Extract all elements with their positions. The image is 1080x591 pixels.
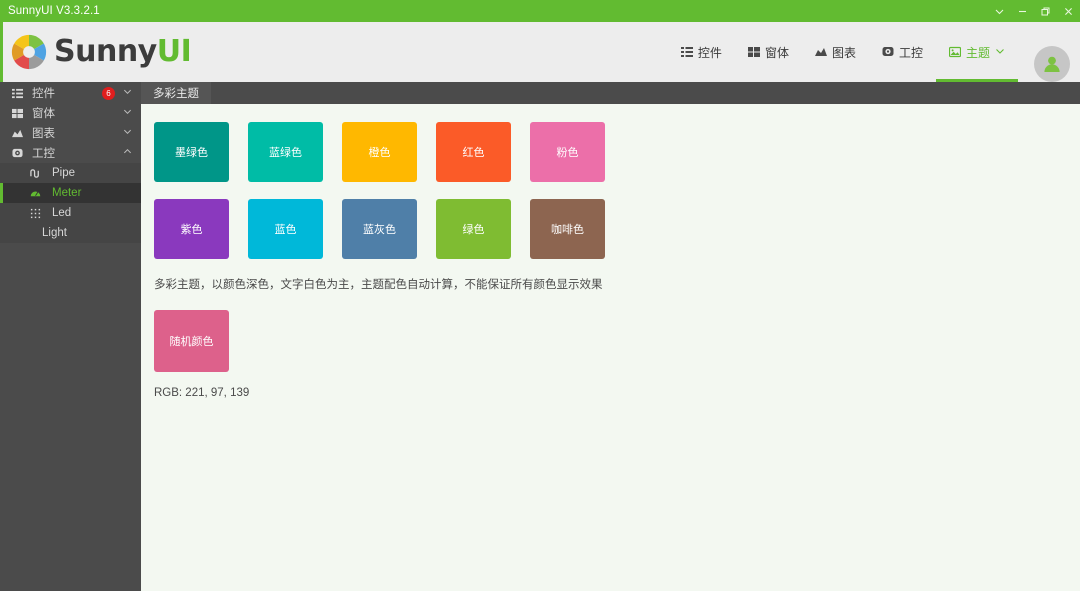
header-left-accent xyxy=(0,22,3,82)
tab-strip: 多彩主题 xyxy=(141,82,1080,104)
theme-tile-label: 蓝灰色 xyxy=(363,224,396,236)
brand-name-accent: UI xyxy=(156,34,192,69)
app-body: 控件 6 窗体 图表 工控 Pipe Meter Led Light 多彩主题 … xyxy=(0,82,1080,591)
theme-tile[interactable]: 蓝灰色 xyxy=(342,199,417,259)
window-title: SunnyUI V3.3.2.1 xyxy=(8,5,100,17)
top-nav: 控件 窗体 图表 工控 主题 xyxy=(668,22,1080,82)
theme-tile-label: 蓝绿色 xyxy=(269,147,302,159)
theme-tile-label: 蓝色 xyxy=(274,224,297,236)
sidebar-item-light[interactable]: Light xyxy=(0,223,141,243)
chart-icon xyxy=(12,128,28,139)
sidebar-item-charts[interactable]: 图表 xyxy=(0,123,141,143)
theme-image-icon xyxy=(948,46,961,58)
sidebar-item-pipe[interactable]: Pipe xyxy=(0,163,141,183)
theme-tile[interactable]: 紫色 xyxy=(154,199,229,259)
sidebar-item-label: 控件 xyxy=(32,88,55,100)
chevron-up-icon[interactable] xyxy=(123,147,132,159)
theme-tile[interactable]: 红色 xyxy=(436,122,511,182)
theme-tile[interactable]: 蓝色 xyxy=(248,199,323,259)
sidebar: 控件 6 窗体 图表 工控 Pipe Meter Led Light xyxy=(0,82,141,591)
industrial-control-icon xyxy=(882,46,894,58)
color-wheel-icon xyxy=(11,34,47,70)
sidebar-item-label: 工控 xyxy=(32,148,55,160)
sidebar-item-industrial[interactable]: 工控 xyxy=(0,143,141,163)
close-icon[interactable] xyxy=(1057,0,1080,22)
app-header: SunnyUI 控件 窗体 图表 工控 主题 xyxy=(0,22,1080,82)
status-badge: 6 xyxy=(102,86,115,100)
titlebar-chevron-down-icon[interactable] xyxy=(988,0,1011,22)
sidebar-item-meter[interactable]: Meter xyxy=(0,183,141,203)
theme-tile-label: 墨绿色 xyxy=(175,147,208,159)
list-grid-icon xyxy=(12,88,28,99)
theme-tile-label: 绿色 xyxy=(462,224,485,236)
brand-name: SunnyUI xyxy=(54,34,192,69)
windows-tiles-icon xyxy=(12,108,28,119)
theme-tile[interactable]: 咖啡色 xyxy=(530,199,605,259)
theme-tile[interactable]: 蓝绿色 xyxy=(248,122,323,182)
nav-label: 工控 xyxy=(898,45,923,60)
theme-tile-label: 橙色 xyxy=(368,147,391,159)
nav-label: 主题 xyxy=(965,45,990,60)
nav-label: 窗体 xyxy=(764,45,789,60)
theme-tiles-row-2: 紫色 蓝色 蓝灰色 绿色 咖啡色 xyxy=(154,199,1080,259)
nav-chevron-down-icon[interactable] xyxy=(995,45,1005,59)
chart-icon xyxy=(814,46,827,58)
content-area: 墨绿色 蓝绿色 橙色 红色 粉色 紫色 蓝色 蓝灰色 绿色 咖啡色 多彩主题，以… xyxy=(141,104,1080,591)
random-color-label: 随机颜色 xyxy=(169,336,214,348)
theme-tile[interactable]: 橙色 xyxy=(342,122,417,182)
application-window: SunnyUI V3.3.2.1 SunnyUI 控件 窗体 图表 工控 主题 … xyxy=(0,0,1080,591)
brand-logo: SunnyUI xyxy=(0,33,192,71)
theme-description: 多彩主题，以颜色深色，文字白色为主，主题配色自动计算，不能保证所有颜色显示效果 xyxy=(154,279,603,291)
chevron-down-icon[interactable] xyxy=(123,87,132,99)
theme-tile[interactable]: 墨绿色 xyxy=(154,122,229,182)
title-bar: SunnyUI V3.3.2.1 xyxy=(0,0,1080,22)
minimize-icon[interactable] xyxy=(1011,0,1034,22)
sidebar-sub-label: Light xyxy=(42,227,67,239)
nav-item-industrial[interactable]: 工控 xyxy=(869,22,936,82)
sidebar-item-controls[interactable]: 控件 6 xyxy=(0,83,141,103)
nav-item-windows[interactable]: 窗体 xyxy=(735,22,802,82)
sidebar-item-label: 图表 xyxy=(32,128,55,140)
sidebar-sub-label: Pipe xyxy=(52,167,76,179)
list-grid-icon xyxy=(680,46,693,58)
industrial-control-icon xyxy=(12,148,28,159)
theme-tile-label: 紫色 xyxy=(180,224,203,236)
sidebar-item-label: 窗体 xyxy=(32,108,55,120)
theme-tile-label: 红色 xyxy=(462,147,485,159)
nav-label: 图表 xyxy=(831,45,856,60)
nav-label: 控件 xyxy=(697,45,722,60)
nav-item-charts[interactable]: 图表 xyxy=(802,22,869,82)
tab-colorful-theme[interactable]: 多彩主题 xyxy=(141,82,211,104)
sidebar-sub-label: Meter xyxy=(52,187,82,199)
sidebar-item-windows[interactable]: 窗体 xyxy=(0,103,141,123)
meter-gauge-icon xyxy=(30,188,46,199)
random-color-section: 随机颜色 RGB: 221, 97, 139 xyxy=(154,310,1080,399)
theme-tile[interactable]: 粉色 xyxy=(530,122,605,182)
main-panel: 多彩主题 墨绿色 蓝绿色 橙色 红色 粉色 紫色 蓝色 蓝灰色 绿色 咖啡色 多… xyxy=(141,82,1080,591)
rgb-value-label: RGB: 221, 97, 139 xyxy=(154,387,250,399)
theme-tile-label: 粉色 xyxy=(556,147,579,159)
brand-name-primary: Sunny xyxy=(54,34,157,69)
user-avatar-icon[interactable] xyxy=(1034,46,1070,82)
tab-label: 多彩主题 xyxy=(153,88,199,100)
windows-tiles-icon xyxy=(747,46,760,58)
theme-tile-label: 咖啡色 xyxy=(551,224,584,236)
random-color-button[interactable]: 随机颜色 xyxy=(154,310,229,372)
maximize-icon[interactable] xyxy=(1034,0,1057,22)
theme-tile[interactable]: 绿色 xyxy=(436,199,511,259)
sidebar-item-led[interactable]: Led xyxy=(0,203,141,223)
led-dots-icon xyxy=(30,208,46,219)
chevron-down-icon[interactable] xyxy=(123,107,132,119)
avatar-container[interactable] xyxy=(1018,46,1080,82)
selection-indicator xyxy=(0,183,3,203)
nav-active-underline xyxy=(935,79,1018,82)
sidebar-sub-label: Led xyxy=(52,207,72,219)
nav-item-theme[interactable]: 主题 xyxy=(935,22,1018,82)
chevron-down-icon[interactable] xyxy=(123,127,132,139)
pipe-icon xyxy=(30,168,46,179)
nav-item-controls[interactable]: 控件 xyxy=(668,22,735,82)
theme-tiles-row-1: 墨绿色 蓝绿色 橙色 红色 粉色 xyxy=(154,122,1080,182)
